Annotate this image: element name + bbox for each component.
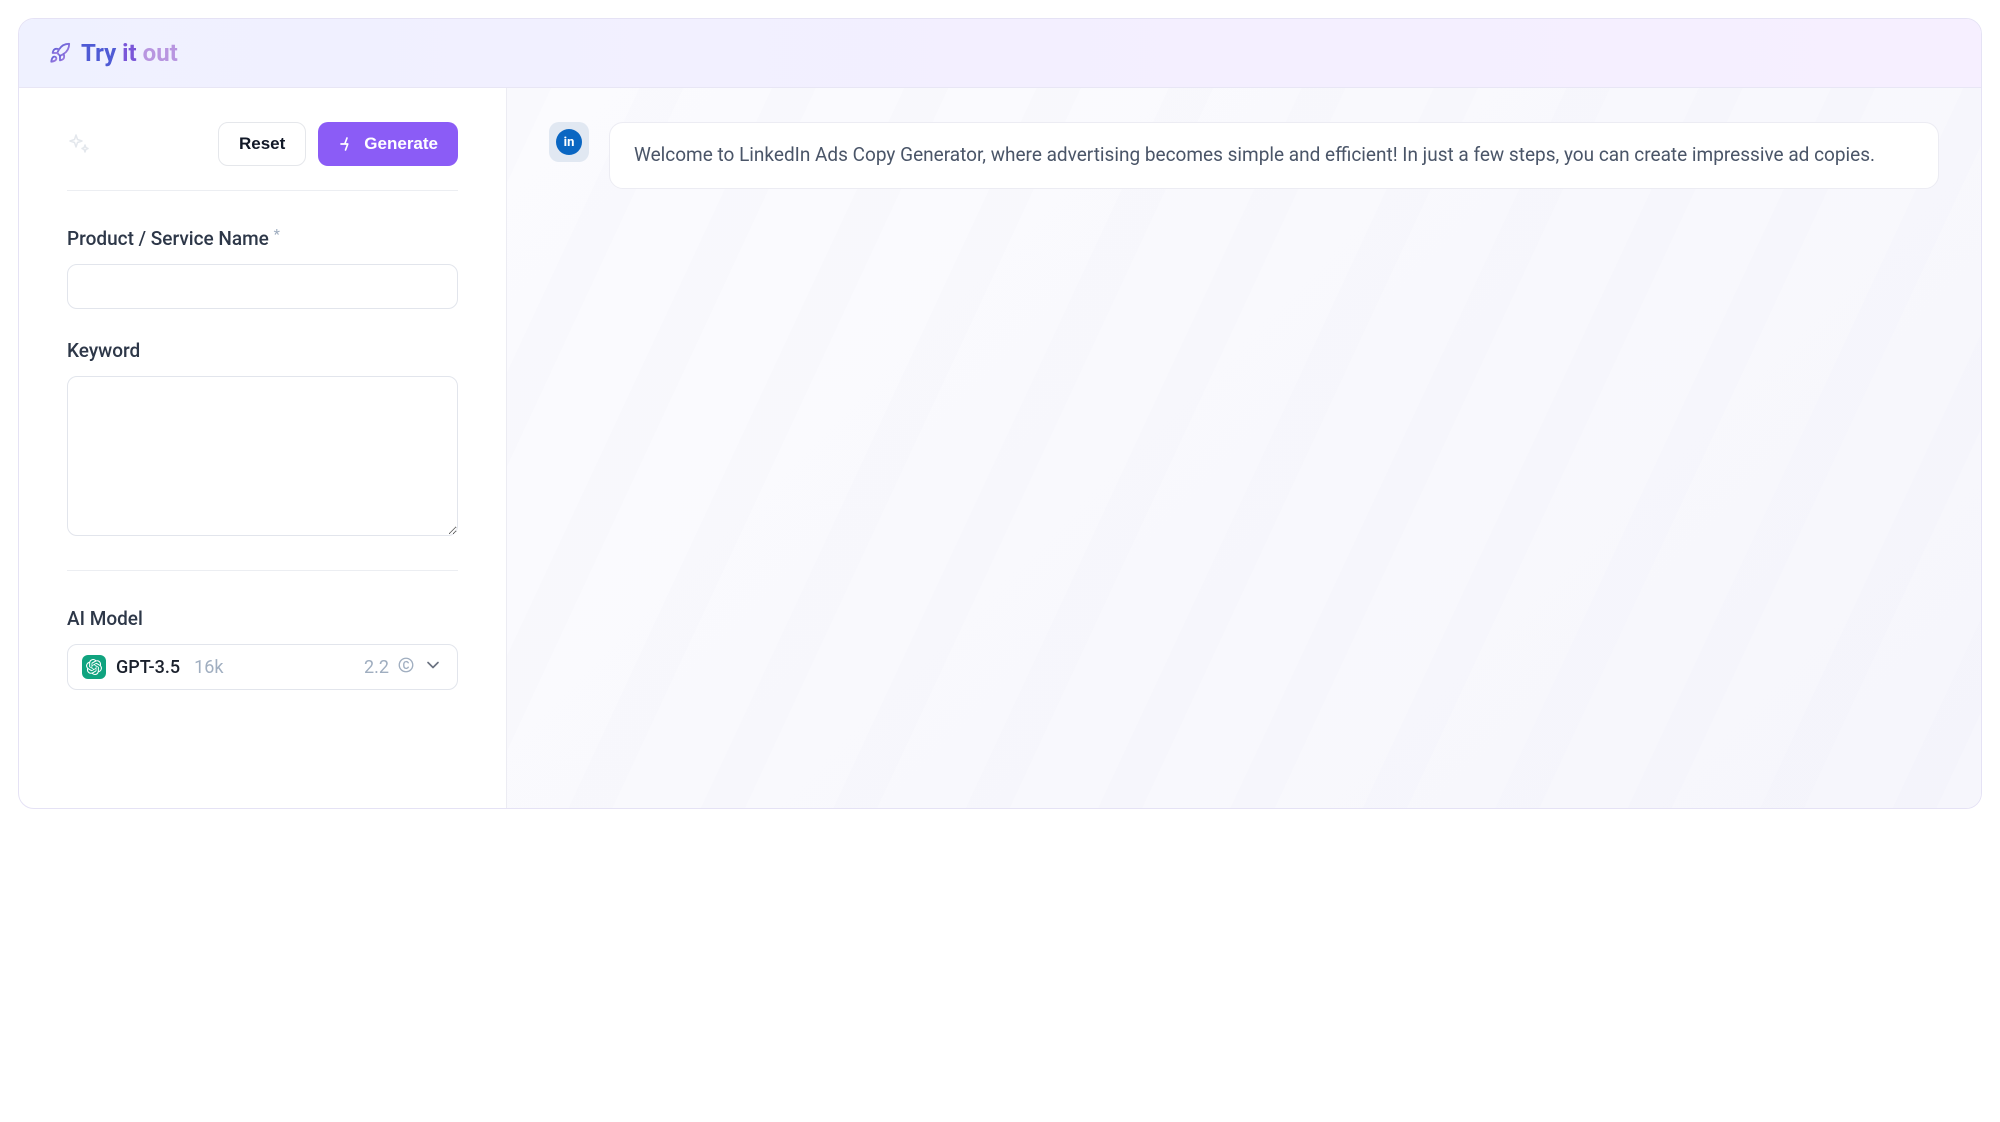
model-size: 16k: [194, 657, 223, 678]
divider: [67, 190, 458, 191]
openai-icon: [82, 655, 106, 679]
welcome-text: Welcome to LinkedIn Ads Copy Generator, …: [609, 122, 1939, 189]
sidebar: Reset Generate Product / Service Name *: [19, 88, 507, 808]
reset-button[interactable]: Reset: [218, 122, 306, 166]
action-buttons: Reset Generate: [218, 122, 458, 166]
rocket-icon: [49, 42, 71, 64]
output-area: in Welcome to LinkedIn Ads Copy Generato…: [507, 88, 1981, 808]
title-word-try: Try: [81, 39, 116, 67]
sparkle-icon: [67, 132, 91, 156]
generate-button-label: Generate: [364, 134, 438, 154]
title-word-out: out: [143, 39, 178, 67]
model-meta: 2.2: [364, 655, 443, 679]
model-field-group: AI Model GPT-3.5 16k 2.2: [67, 607, 458, 690]
avatar: in: [549, 122, 589, 162]
model-select[interactable]: GPT-3.5 16k 2.2: [67, 644, 458, 690]
header: Try it out: [19, 19, 1981, 88]
title-word-it: it: [122, 39, 136, 67]
model-name: GPT-3.5: [116, 657, 180, 678]
actions-row: Reset Generate: [67, 122, 458, 166]
keyword-label: Keyword: [67, 339, 458, 362]
divider: [67, 570, 458, 571]
model-label: AI Model: [67, 607, 458, 630]
app-container: Try it out Reset: [18, 18, 1982, 809]
product-label: Product / Service Name *: [67, 227, 458, 250]
model-cost: 2.2: [364, 657, 389, 678]
product-input[interactable]: [67, 264, 458, 309]
product-field-group: Product / Service Name *: [67, 227, 458, 309]
credit-icon: [397, 656, 415, 678]
bolt-icon: [338, 135, 356, 153]
chat-message: in Welcome to LinkedIn Ads Copy Generato…: [549, 122, 1939, 189]
required-indicator: *: [274, 227, 280, 243]
linkedin-icon: in: [556, 129, 582, 155]
body-content: Reset Generate Product / Service Name *: [19, 88, 1981, 808]
keyword-textarea[interactable]: [67, 376, 458, 536]
keyword-field-group: Keyword: [67, 339, 458, 540]
generate-button[interactable]: Generate: [318, 122, 458, 166]
chevron-down-icon: [423, 655, 443, 679]
page-title: Try it out: [81, 39, 178, 67]
